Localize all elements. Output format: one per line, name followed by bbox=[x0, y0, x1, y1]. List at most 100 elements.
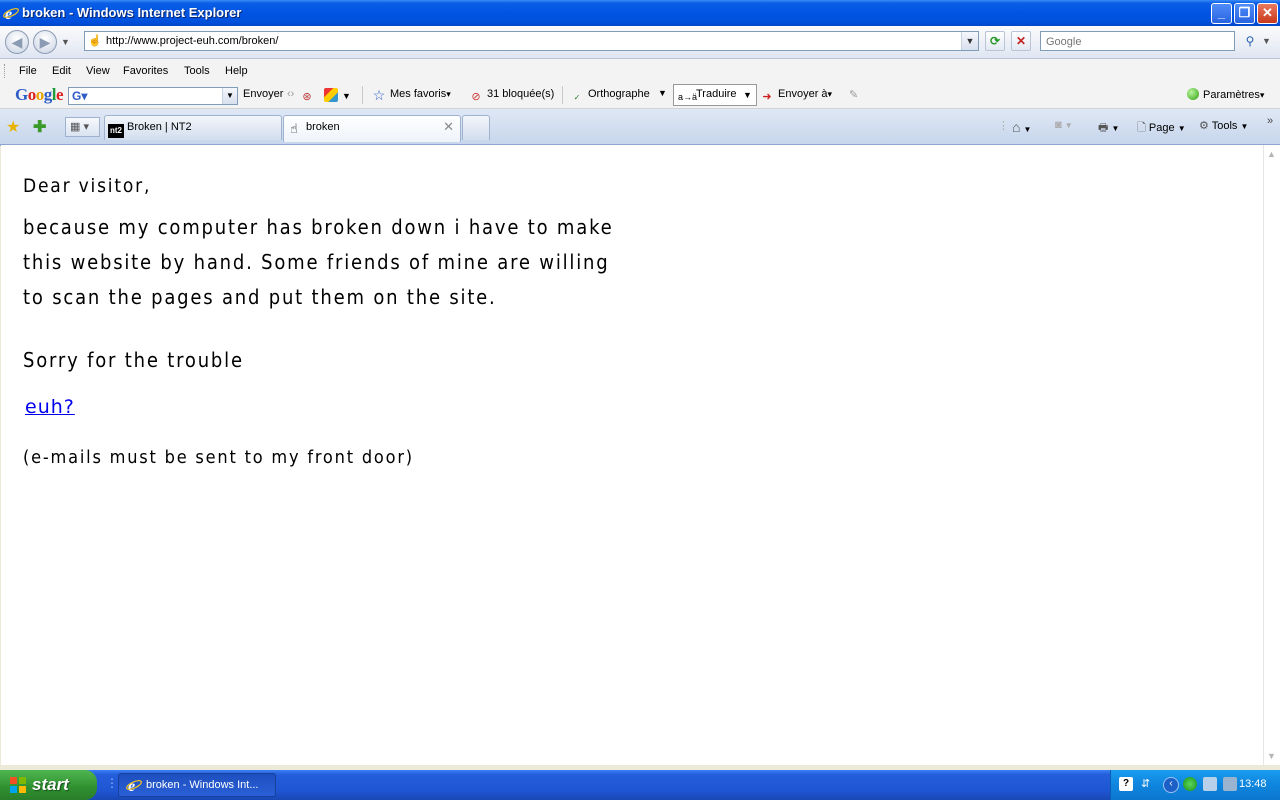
orthographe-chevron-icon[interactable]: ▼ bbox=[658, 88, 667, 98]
new-tab-button[interactable] bbox=[462, 115, 490, 140]
taskbar: start ⋮ e broken - Windows Int... ? ⇵ ‹ … bbox=[0, 770, 1280, 800]
vertical-scrollbar[interactable]: ▲ ▼ bbox=[1263, 145, 1280, 765]
translate-icon: a→ä bbox=[678, 92, 698, 102]
recent-pages-chevron-icon[interactable]: ▼ bbox=[61, 37, 70, 47]
tab-label: Broken | NT2 bbox=[127, 121, 192, 133]
display-icon[interactable] bbox=[1223, 777, 1237, 791]
clock: 13:48 bbox=[1239, 778, 1267, 790]
more-commands-chevron-icon[interactable]: » bbox=[1267, 115, 1273, 127]
toolbar-grip[interactable] bbox=[4, 64, 8, 78]
scroll-down-icon[interactable]: ▼ bbox=[1267, 751, 1276, 761]
google-logo[interactable]: Google bbox=[15, 85, 64, 105]
euh-link[interactable]: euh? bbox=[25, 396, 75, 418]
parametres-button[interactable]: Paramètres▾ bbox=[1187, 88, 1264, 101]
apology-text: Sorry for the trouble bbox=[23, 348, 244, 372]
orthographe-label: Orthographe bbox=[588, 88, 650, 100]
help-icon[interactable]: ? bbox=[1119, 777, 1133, 791]
toolbar-grip-icon: ‹› bbox=[287, 88, 295, 100]
spellcheck-icon: ✓ bbox=[573, 93, 581, 102]
favorites-center-icon[interactable]: ★ bbox=[6, 117, 20, 137]
paragraph-line-1: because my computer has broken down i ha… bbox=[23, 215, 614, 239]
mes-favoris-button[interactable]: ☆ Mes favoris▾ bbox=[372, 88, 451, 102]
address-row: ◀ ▶ ▼ ☝ http://www.project-euh.com/broke… bbox=[0, 26, 1280, 59]
taskbar-window-label: broken - Windows Int... bbox=[146, 779, 259, 791]
google-search-dropdown-icon[interactable]: ▼ bbox=[222, 88, 237, 104]
menu-edit[interactable]: Edit bbox=[52, 65, 71, 77]
page-menu-button[interactable]: 🗋 Page ▼ bbox=[1137, 119, 1186, 138]
traduire-button[interactable]: a→äTraduire ▼ bbox=[673, 84, 757, 106]
menu-help[interactable]: Help bbox=[225, 65, 248, 77]
gear-icon: ⚙ bbox=[1199, 120, 1209, 132]
scroll-up-icon[interactable]: ▲ bbox=[1267, 149, 1276, 159]
paragraph-line-2: this website by hand. Some friends of mi… bbox=[23, 250, 610, 274]
safely-remove-icon[interactable] bbox=[1203, 777, 1217, 791]
messenger-icon[interactable] bbox=[1183, 777, 1197, 791]
title-bar: e broken - Windows Internet Explorer _ ❐… bbox=[0, 0, 1280, 26]
tools-menu-label: Tools bbox=[1211, 120, 1238, 132]
hand-page-icon: ☝ bbox=[88, 35, 102, 47]
menu-favorites[interactable]: Favorites bbox=[123, 65, 168, 77]
nt2-icon: nt2 bbox=[108, 124, 124, 138]
tab-broken[interactable]: ☝ broken ✕ bbox=[283, 115, 461, 142]
close-window-button[interactable]: ✕ bbox=[1257, 3, 1278, 24]
feeds-button[interactable]: ◙ ▼ bbox=[1055, 119, 1073, 131]
address-bar[interactable]: ☝ http://www.project-euh.com/broken/ ▼ bbox=[84, 31, 979, 51]
google-envoyer-button[interactable]: Envoyer bbox=[243, 88, 283, 100]
svg-text:e: e bbox=[5, 6, 12, 21]
google-search-field[interactable]: G▾ ▼ bbox=[68, 87, 238, 105]
menu-tools[interactable]: Tools bbox=[184, 65, 210, 77]
print-button[interactable]: 🖶 ▼ bbox=[1098, 119, 1119, 138]
taskbar-ie-window[interactable]: e broken - Windows Int... bbox=[118, 773, 276, 797]
tab-broken-nt2[interactable]: nt2 Broken | NT2 bbox=[104, 115, 282, 140]
menu-file[interactable]: File bbox=[19, 65, 37, 77]
tools-menu-button[interactable]: ⚙ Tools ▼ bbox=[1199, 119, 1248, 132]
mes-favoris-label: Mes favoris bbox=[390, 88, 447, 100]
svg-text:e: e bbox=[128, 778, 135, 793]
restore-button[interactable]: ❐ bbox=[1234, 3, 1255, 24]
address-dropdown-icon[interactable]: ▼ bbox=[961, 32, 978, 50]
popup-blocked-label: 31 bloquée(s) bbox=[487, 88, 555, 100]
star-outline-icon: ☆ bbox=[372, 87, 386, 103]
google-g-icon[interactable]: G▾ bbox=[72, 89, 87, 103]
search-options-chevron-icon[interactable]: ▼ bbox=[1262, 36, 1271, 46]
toolbar-separator bbox=[362, 86, 363, 104]
traduire-chevron-icon[interactable]: ▼ bbox=[743, 90, 752, 100]
stop-button[interactable]: ✕ bbox=[1011, 31, 1031, 51]
network-icon[interactable]: ⇵ bbox=[1141, 777, 1155, 791]
bookmarks-color-icon[interactable]: ▼ bbox=[324, 88, 351, 102]
window-title: broken - Windows Internet Explorer bbox=[22, 5, 242, 20]
home-button[interactable]: ⌂ ▼ bbox=[1012, 119, 1031, 135]
page-icon: 🗋 bbox=[1137, 122, 1146, 134]
add-favorites-icon[interactable]: ✚ bbox=[33, 117, 46, 137]
forward-button[interactable]: ▶ bbox=[33, 30, 57, 54]
search-box[interactable] bbox=[1040, 31, 1235, 51]
ie-icon: e bbox=[3, 6, 19, 21]
popup-blocked-icon: ⊘ bbox=[471, 91, 481, 103]
popup-blocker-button[interactable]: ⊘ 31 bloquée(s) bbox=[469, 88, 554, 104]
tab-label: broken bbox=[306, 121, 340, 133]
start-label: start bbox=[32, 775, 69, 794]
refresh-button[interactable]: ⟳ bbox=[985, 31, 1005, 51]
send-page-icon: ➜ bbox=[762, 91, 772, 103]
quicklaunch-grip: ⋮ bbox=[106, 776, 118, 790]
address-url[interactable]: http://www.project-euh.com/broken/ bbox=[106, 35, 278, 47]
orthographe-button[interactable]: ✓ Orthographe bbox=[570, 88, 650, 105]
show-hidden-icons-button[interactable]: ‹ bbox=[1163, 777, 1179, 793]
close-tab-icon[interactable]: ✕ bbox=[443, 116, 454, 138]
menu-bar: File Edit View Favorites Tools Help bbox=[0, 59, 1280, 83]
minimize-button[interactable]: _ bbox=[1211, 3, 1232, 24]
back-button[interactable]: ◀ bbox=[5, 30, 29, 54]
hand-icon: ☝ bbox=[290, 122, 300, 137]
tab-bar: ★ ✚ ▦ ▾ nt2 Broken | NT2 ☝ broken ✕ ⋮ ⌂ ▼ … bbox=[0, 109, 1280, 146]
search-icon[interactable]: ⚲ bbox=[1240, 31, 1260, 51]
menu-view[interactable]: View bbox=[86, 65, 110, 77]
quick-tabs-button[interactable]: ▦ ▾ bbox=[65, 117, 100, 137]
search-input[interactable] bbox=[1044, 33, 1228, 51]
envoyer-a-button[interactable]: ➜ Envoyer à▾ bbox=[760, 88, 832, 104]
highlighter-icon[interactable]: ✎ bbox=[849, 88, 858, 101]
pagerank-icon[interactable]: ⊛ bbox=[300, 88, 318, 104]
traduire-label: Traduire bbox=[696, 88, 737, 100]
traduire-inner: a→äTraduire bbox=[678, 88, 737, 104]
start-button[interactable]: start bbox=[0, 770, 97, 800]
page-menu-label: Page bbox=[1148, 122, 1175, 134]
